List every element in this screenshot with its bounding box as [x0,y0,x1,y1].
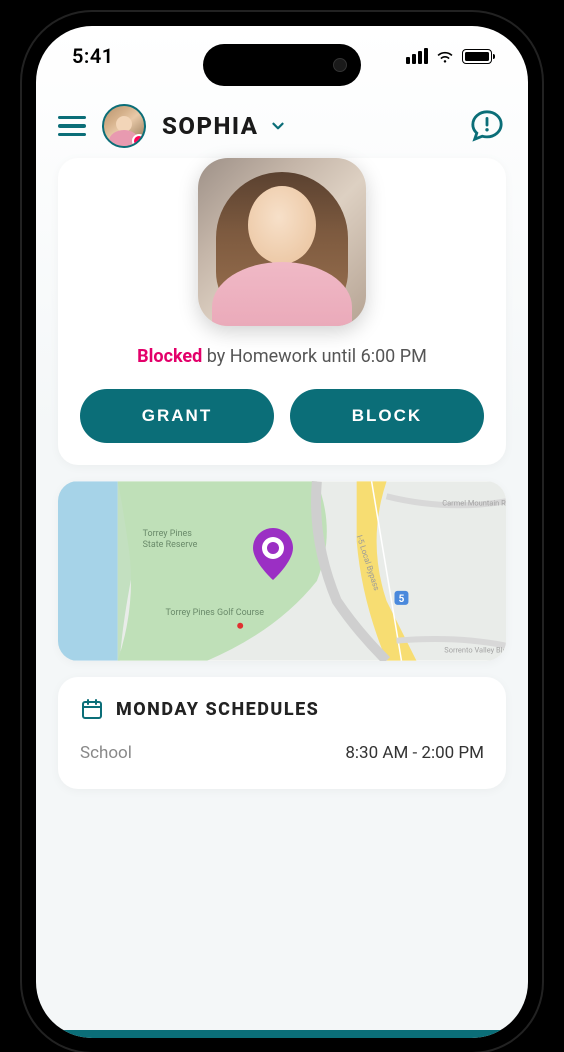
status-icons [406,46,492,66]
app-header: SOPHIA [58,94,506,168]
app-content: SOPHIA Blocked by H [36,94,528,1038]
status-word: Blocked [137,346,202,367]
dynamic-island [203,44,361,86]
alert-speech-icon [470,109,504,143]
schedules-title: MONDAY SCHEDULES [116,699,319,720]
profile-avatar-large [198,158,366,326]
location-pin-icon [249,526,297,588]
schedule-time: 8:30 AM - 2:00 PM [345,743,484,763]
action-buttons: GRANT BLOCK [80,389,484,443]
phone-frame: 5:41 SOPHIA [22,12,542,1052]
status-text: Blocked by Homework until 6:00 PM [80,346,484,367]
grant-button[interactable]: GRANT [80,389,274,443]
block-button[interactable]: BLOCK [290,389,484,443]
map-label-reserve: Torrey PinesState Reserve [143,529,198,550]
notification-dot [132,134,146,148]
phone-mock: 5:41 SOPHIA [22,12,542,1052]
map-card[interactable]: 5 Torrey PinesState Reserve Torrey Pines… [58,481,506,661]
schedule-row[interactable]: School 8:30 AM - 2:00 PM [80,737,484,769]
schedules-header: MONDAY SCHEDULES [80,697,484,721]
status-time: 5:41 [72,44,114,68]
bottom-accent-bar [36,1030,528,1038]
alert-button[interactable] [468,107,506,145]
profile-selector[interactable]: SOPHIA [162,112,287,140]
status-card: Blocked by Homework until 6:00 PM GRANT … [58,158,506,465]
svg-text:5: 5 [399,594,405,605]
status-detail: by Homework until 6:00 PM [202,346,427,367]
cellular-icon [406,48,428,64]
map-label-rd2: Sorrento Valley Blvd [444,646,506,655]
map-label-golf: Torrey Pines Golf Course [166,608,265,618]
schedule-label: School [80,743,132,763]
profile-name: SOPHIA [162,112,259,140]
profile-avatar-small[interactable] [102,104,146,148]
side-button [542,272,548,382]
screen: 5:41 SOPHIA [36,26,528,1038]
battery-icon [462,49,492,64]
map-label-rd1: Carmel Mountain Rd [442,498,506,507]
schedules-card: MONDAY SCHEDULES School 8:30 AM - 2:00 P… [58,677,506,789]
calendar-icon [80,697,104,721]
chevron-down-icon [269,117,287,135]
menu-button[interactable] [58,116,86,137]
wifi-icon [435,46,455,66]
